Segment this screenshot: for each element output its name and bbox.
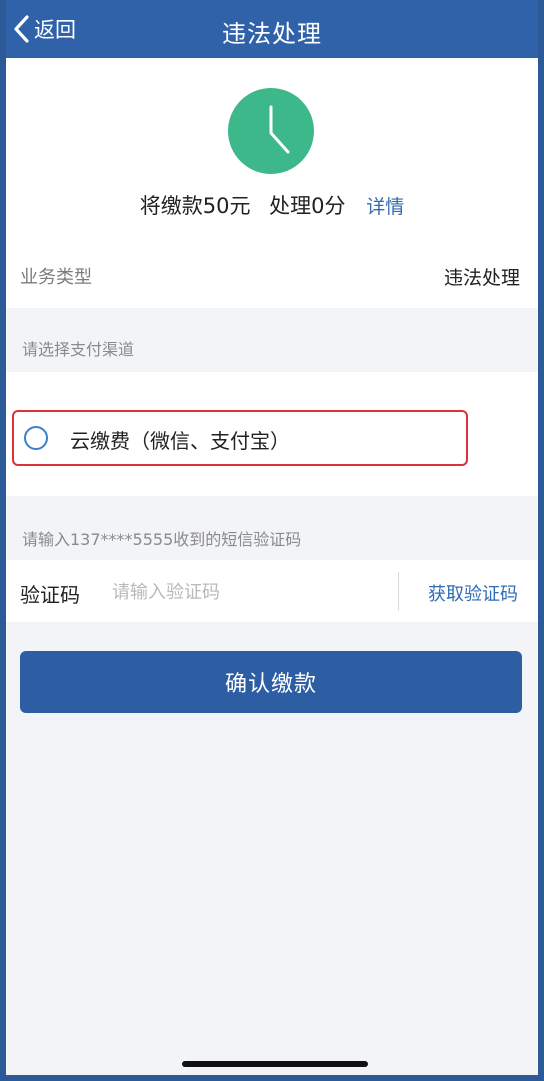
- payment-option-cloud-pay[interactable]: 云缴费（微信、支付宝）: [12, 410, 468, 466]
- business-type-row: 业务类型 违法处理: [6, 242, 538, 308]
- app-screen: 返回 违法处理 将缴款50元 处理0分 详情 业务类型 违法处理 请选择支付渠道…: [6, 0, 538, 1075]
- radio-button[interactable]: [24, 426, 48, 450]
- detail-link[interactable]: 详情: [366, 196, 404, 218]
- payment-section-hint: 请选择支付渠道: [22, 340, 135, 359]
- business-type-value: 违法处理: [443, 267, 520, 289]
- divider: [398, 572, 399, 610]
- verification-code-input[interactable]: [110, 575, 384, 609]
- verification-code-label: 验证码: [20, 583, 80, 607]
- confirm-payment-button[interactable]: 确认缴款: [20, 651, 522, 713]
- verification-code-row: 验证码 获取验证码: [6, 560, 538, 622]
- nav-bar: 返回 违法处理: [6, 0, 538, 58]
- payment-option-label: 云缴费（微信、支付宝）: [70, 429, 290, 453]
- home-indicator: [182, 1061, 368, 1067]
- amount-line: 将缴款50元 处理0分 详情: [6, 190, 538, 220]
- get-code-button[interactable]: 获取验证码: [428, 580, 518, 606]
- amount-text: 将缴款50元: [139, 194, 251, 218]
- points-text: 处理0分: [269, 194, 346, 218]
- payment-summary: 将缴款50元 处理0分 详情: [6, 58, 538, 242]
- sms-hint: 请输入137****5555收到的短信验证码: [22, 530, 302, 549]
- business-type-label: 业务类型: [20, 267, 92, 288]
- payment-channel-area: 云缴费（微信、支付宝）: [6, 372, 538, 496]
- clock-icon: [228, 88, 314, 174]
- page-title: 违法处理: [222, 20, 322, 48]
